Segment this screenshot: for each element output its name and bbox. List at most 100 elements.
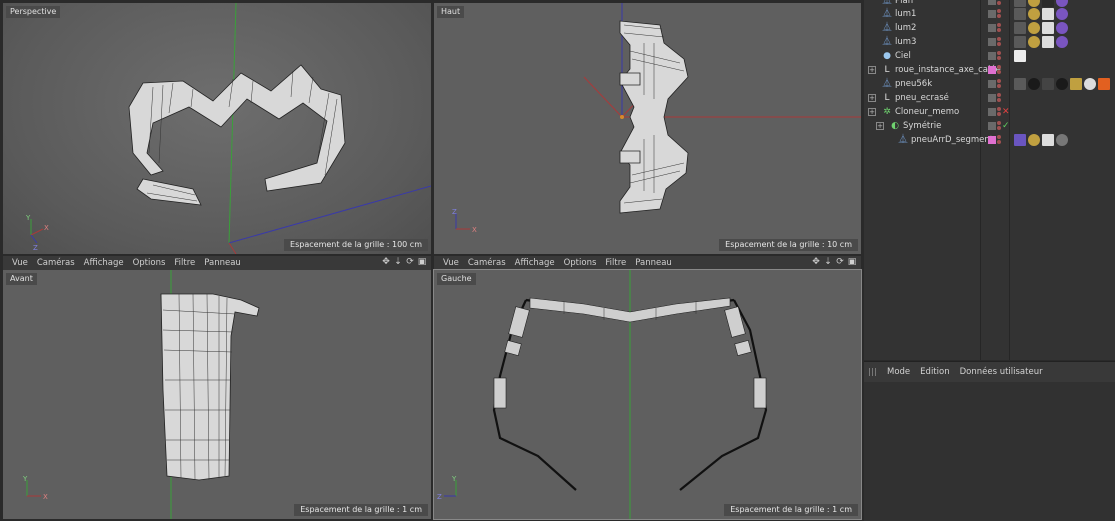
visibility-dots-icon[interactable]	[997, 78, 1003, 90]
visibility-dots-icon[interactable]	[997, 134, 1003, 146]
zoom-view-icon[interactable]: ⇣	[393, 257, 403, 268]
material-tag-icon[interactable]	[1056, 22, 1068, 34]
rotate-view-icon[interactable]: ⟳	[835, 257, 845, 268]
expand-toggle-icon[interactable]: +	[868, 108, 876, 116]
material-tag-icon[interactable]	[1070, 78, 1082, 90]
visibility-dots-icon[interactable]	[997, 8, 1003, 20]
layer-swatch[interactable]	[988, 24, 996, 32]
material-tag-icon[interactable]	[1028, 78, 1040, 90]
object-name[interactable]: lum2	[895, 21, 916, 35]
material-tag-icon[interactable]	[1014, 36, 1026, 48]
enabled-check-icon[interactable]: ✓	[1002, 119, 1010, 133]
object-name[interactable]: lum1	[895, 7, 916, 21]
expand-toggle-icon[interactable]: +	[868, 94, 876, 102]
material-tag-icon[interactable]	[1056, 8, 1068, 20]
object-name[interactable]: roue_instance_axe_calée	[895, 63, 1001, 77]
maximize-view-icon[interactable]: ▣	[847, 257, 857, 268]
object-row[interactable]: + Lpneu_ecrasé	[864, 91, 1115, 105]
visibility-dots-icon[interactable]	[997, 50, 1003, 62]
material-tag-icon[interactable]	[1042, 8, 1054, 20]
menu-filtre[interactable]: Filtre	[605, 258, 626, 268]
layer-swatch[interactable]	[988, 0, 996, 5]
object-row[interactable]: ⏅ lum3	[864, 35, 1115, 49]
viewport-top[interactable]: Z X Haut Espacement de la grille : 10 cm	[434, 3, 861, 254]
layer-swatch[interactable]	[988, 80, 996, 88]
expand-toggle-icon[interactable]: +	[868, 66, 876, 74]
material-tag-icon[interactable]	[1014, 0, 1026, 7]
object-row[interactable]: ⏅ lum2	[864, 21, 1115, 35]
viewport-left[interactable]: Y Z Gauche Espacement de la grille : 1 c…	[433, 269, 862, 520]
object-name[interactable]: pneu_ecrasé	[895, 91, 949, 105]
menu-panneau[interactable]: Panneau	[635, 258, 672, 268]
move-view-icon[interactable]: ✥	[811, 257, 821, 268]
material-tag-icon[interactable]	[1042, 22, 1054, 34]
material-tag-icon[interactable]	[1084, 78, 1096, 90]
maximize-view-icon[interactable]: ▣	[417, 257, 427, 268]
menu-cameras[interactable]: Caméras	[468, 258, 506, 268]
panel-grip-icon[interactable]	[869, 368, 877, 376]
object-row[interactable]: + ✲ Cloneur_memo ✕	[864, 105, 1115, 119]
material-tag-icon[interactable]	[1042, 0, 1054, 7]
menu-user-data[interactable]: Données utilisateur	[960, 367, 1043, 377]
expand-toggle-icon[interactable]: +	[876, 122, 884, 130]
menu-options[interactable]: Options	[133, 258, 166, 268]
material-tag-icon[interactable]	[1028, 0, 1040, 7]
object-row[interactable]: + ◐ Symétrie ✓	[864, 119, 1115, 133]
material-tag-icon[interactable]	[1014, 50, 1026, 62]
material-tag-icon[interactable]	[1056, 0, 1068, 7]
material-tag-icon[interactable]	[1042, 134, 1054, 146]
disabled-icon[interactable]: ✕	[1002, 105, 1010, 119]
visibility-dots-icon[interactable]	[997, 92, 1003, 104]
visibility-dots-icon[interactable]	[997, 36, 1003, 48]
material-tag-icon[interactable]	[1014, 134, 1026, 146]
material-tag-icon[interactable]	[1056, 36, 1068, 48]
zoom-view-icon[interactable]: ⇣	[823, 257, 833, 268]
menu-edition[interactable]: Edition	[920, 367, 949, 377]
material-tag-icon[interactable]	[1042, 36, 1054, 48]
object-name[interactable]: Cloneur_memo	[895, 105, 959, 119]
viewport-front[interactable]: Y X Avant Espacement de la grille : 1 cm	[3, 270, 431, 519]
layer-swatch[interactable]	[988, 10, 996, 18]
layer-swatch[interactable]	[988, 66, 996, 74]
menu-filtre[interactable]: Filtre	[174, 258, 195, 268]
material-tag-icon[interactable]	[1028, 36, 1040, 48]
material-tag-icon[interactable]	[1014, 78, 1026, 90]
menu-affichage[interactable]: Affichage	[515, 258, 555, 268]
rotate-view-icon[interactable]: ⟳	[405, 257, 415, 268]
material-tag-icon[interactable]	[1014, 8, 1026, 20]
menu-cameras[interactable]: Caméras	[37, 258, 75, 268]
object-name[interactable]: pneuArrD_segment	[911, 133, 993, 147]
layer-swatch[interactable]	[988, 136, 996, 144]
menu-mode[interactable]: Mode	[887, 367, 910, 377]
layer-swatch[interactable]	[988, 94, 996, 102]
menu-vue[interactable]: Vue	[12, 258, 28, 268]
object-row[interactable]: + Lroue_instance_axe_calée	[864, 63, 1115, 77]
visibility-dots-icon[interactable]	[997, 22, 1003, 34]
object-row[interactable]: ⏅ pneu56k	[864, 77, 1115, 91]
material-tag-icon[interactable]	[1028, 22, 1040, 34]
material-tag-icon[interactable]	[1028, 134, 1040, 146]
layer-swatch[interactable]	[988, 108, 996, 116]
object-row[interactable]: ● Ciel	[864, 49, 1115, 63]
object-name[interactable]: lum3	[895, 35, 916, 49]
object-name[interactable]: Ciel	[895, 49, 911, 63]
material-tag-icon[interactable]	[1028, 8, 1040, 20]
object-row[interactable]: ⏅ lum1	[864, 7, 1115, 21]
layer-swatch[interactable]	[988, 52, 996, 60]
menu-affichage[interactable]: Affichage	[84, 258, 124, 268]
material-tag-icon[interactable]	[1042, 78, 1054, 90]
material-tag-icon[interactable]	[1098, 78, 1110, 90]
material-tag-icon[interactable]	[1056, 78, 1068, 90]
layer-swatch[interactable]	[988, 38, 996, 46]
material-tag-icon[interactable]	[1014, 22, 1026, 34]
menu-options[interactable]: Options	[564, 258, 597, 268]
menu-panneau[interactable]: Panneau	[204, 258, 241, 268]
move-view-icon[interactable]: ✥	[381, 257, 391, 268]
object-name[interactable]: pneu56k	[895, 77, 932, 91]
viewport-perspective[interactable]: Y X Z Perspective Espacement de la grill…	[3, 3, 431, 254]
material-tag-icon[interactable]	[1056, 134, 1068, 146]
visibility-dots-icon[interactable]	[997, 0, 1003, 7]
menu-vue[interactable]: Vue	[443, 258, 459, 268]
visibility-dots-icon[interactable]	[997, 64, 1003, 76]
object-row[interactable]: ⏅ pneuArrD_segment	[864, 133, 1115, 147]
